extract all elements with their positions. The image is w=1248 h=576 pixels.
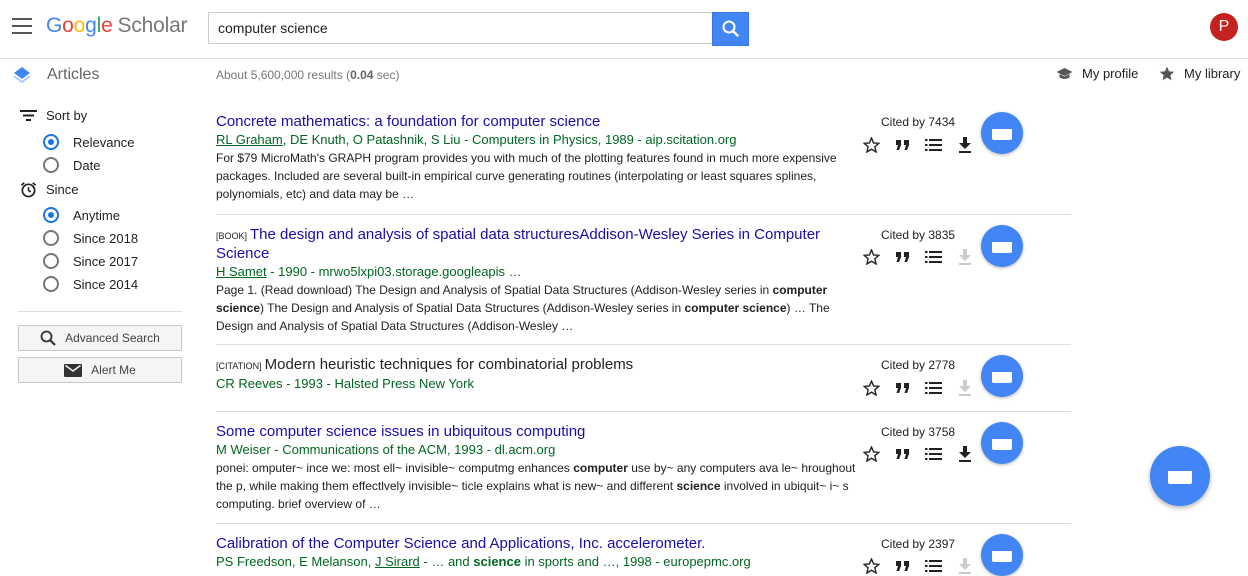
library-card-button[interactable] (981, 355, 1023, 397)
result-snippet: ponei: omputer~ ince we: most ell~ invis… (216, 461, 856, 511)
download-icon (949, 378, 980, 398)
radio-unselected (43, 157, 59, 173)
result-actions (856, 444, 980, 464)
save-star-icon[interactable] (856, 247, 887, 267)
author-link[interactable]: H Samet (216, 264, 267, 279)
library-card-button[interactable] (981, 422, 1023, 464)
search-button[interactable] (712, 12, 749, 46)
since-2017[interactable]: Since 2017 (43, 252, 138, 270)
cite-quote-icon[interactable] (887, 444, 918, 464)
cite-quote-icon[interactable] (887, 556, 918, 576)
alarm-clock-icon (20, 182, 37, 198)
google-scholar-logo[interactable]: Google Scholar (46, 13, 188, 39)
related-list-icon[interactable] (918, 378, 949, 398)
result-title[interactable]: Some computer science issues in ubiquito… (216, 423, 846, 441)
avatar[interactable]: P (1210, 13, 1238, 41)
radio-unselected (43, 230, 59, 246)
alert-me-button[interactable]: Alert Me (18, 357, 182, 383)
floating-library-button[interactable] (1150, 446, 1210, 506)
since-anytime[interactable]: Anytime (43, 206, 120, 224)
advanced-search-button[interactable]: Advanced Search (18, 325, 182, 351)
graduation-cap-icon (1056, 67, 1073, 79)
radio-unselected (43, 276, 59, 292)
radio-unselected (43, 253, 59, 269)
radio-selected (43, 134, 59, 150)
card-icon (1168, 468, 1192, 484)
star-icon (1159, 66, 1175, 81)
result-actions (856, 556, 980, 576)
search-input[interactable] (208, 12, 712, 44)
result-snippet: For $79 MicroMath's GRAPH program provid… (216, 151, 837, 201)
search-icon (40, 330, 56, 346)
cite-quote-icon[interactable] (887, 135, 918, 155)
download-icon (949, 556, 980, 576)
my-library-link[interactable]: My library (1159, 66, 1240, 81)
related-list-icon[interactable] (918, 556, 949, 576)
save-star-icon[interactable] (856, 444, 887, 464)
sort-relevance[interactable]: Relevance (43, 133, 134, 151)
since-heading: Since (20, 181, 79, 198)
radio-selected (43, 207, 59, 223)
save-star-icon[interactable] (856, 378, 887, 398)
cite-quote-icon[interactable] (887, 378, 918, 398)
logo-google: Google (46, 14, 113, 37)
card-icon (992, 239, 1012, 253)
cited-by-link[interactable]: Cited by 2778 (881, 358, 955, 372)
result-item: [BOOK] The design and analysis of spatial… (216, 226, 1071, 335)
section-title: Articles (47, 66, 100, 83)
menu-icon[interactable] (12, 18, 32, 34)
logo-scholar: Scholar (117, 14, 188, 37)
since-2014[interactable]: Since 2014 (43, 275, 138, 293)
result-divider (216, 523, 1071, 524)
result-title[interactable]: Concrete mathematics: a foundation for c… (216, 113, 846, 131)
cited-by-link[interactable]: Cited by 7434 (881, 115, 955, 129)
results-count: About 5,600,000 results (0.04 sec) (216, 68, 400, 82)
my-profile-link[interactable]: My profile (1056, 66, 1138, 81)
download-icon[interactable] (949, 444, 980, 464)
cited-by-link[interactable]: Cited by 3835 (881, 228, 955, 242)
save-star-icon[interactable] (856, 556, 887, 576)
author-link[interactable]: RL Graham (216, 132, 283, 147)
library-card-button[interactable] (981, 112, 1023, 154)
sidebar-divider (18, 311, 182, 312)
sort-date[interactable]: Date (43, 156, 100, 174)
card-icon (992, 548, 1012, 562)
result-title[interactable]: Calibration of the Computer Science and … (216, 535, 846, 553)
result-actions (856, 378, 980, 398)
result-actions (856, 247, 980, 267)
cited-by-link[interactable]: Cited by 2397 (881, 537, 955, 551)
card-icon (992, 126, 1012, 140)
result-divider (216, 344, 1071, 345)
result-snippet: Page 1. (Read download) The Design and A… (216, 283, 830, 333)
library-card-button[interactable] (981, 534, 1023, 576)
sort-by-heading: Sort by (20, 108, 87, 123)
citation-badge: [CITATION] (216, 361, 262, 371)
related-list-icon[interactable] (918, 247, 949, 267)
since-2018[interactable]: Since 2018 (43, 229, 138, 247)
result-actions (856, 135, 980, 155)
card-icon (992, 369, 1012, 383)
envelope-icon (64, 363, 83, 377)
sort-icon (20, 110, 37, 121)
related-list-icon[interactable] (918, 135, 949, 155)
card-icon (992, 436, 1012, 450)
result-title[interactable]: [BOOK] The design and analysis of spatial… (216, 226, 846, 263)
result-divider (216, 411, 1071, 412)
library-card-button[interactable] (981, 225, 1023, 267)
download-icon[interactable] (949, 135, 980, 155)
result-divider (216, 214, 1071, 215)
book-badge: [BOOK] (216, 231, 248, 241)
author-link[interactable]: J Sirard (375, 554, 420, 569)
related-list-icon[interactable] (918, 444, 949, 464)
cite-quote-icon[interactable] (887, 247, 918, 267)
save-star-icon[interactable] (856, 135, 887, 155)
download-icon (949, 247, 980, 267)
search-icon (722, 20, 739, 37)
articles-icon (14, 67, 30, 83)
cited-by-link[interactable]: Cited by 3758 (881, 425, 955, 439)
result-title: [CITATION] Modern heuristic techniques fo… (216, 356, 634, 373)
